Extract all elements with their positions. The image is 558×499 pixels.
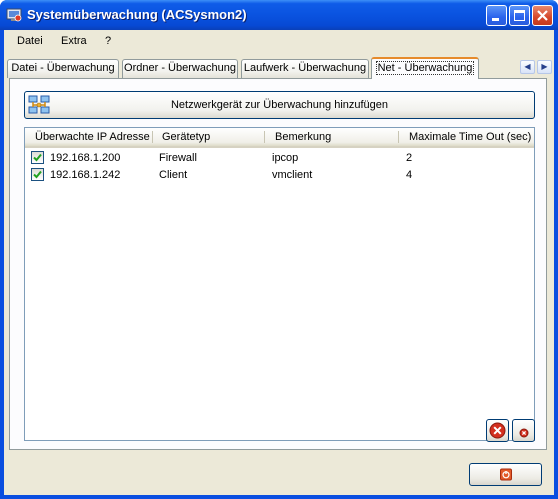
title-bar[interactable]: Systemüberwachung (ACSysmon2)	[0, 0, 558, 30]
delete-all-icon	[489, 422, 506, 439]
list-action-buttons	[488, 449, 538, 473]
row-checkbox[interactable]	[31, 168, 44, 181]
checkmark-icon	[33, 170, 42, 179]
tab-label: Laufwerk - Überwachung	[243, 62, 367, 74]
column-header-type[interactable]: Gerätetyp	[162, 131, 210, 143]
tab-scroll-left-button[interactable]: ◀	[520, 60, 535, 74]
cell-note: ipcop	[272, 152, 299, 164]
window-title: Systemüberwachung (ACSysmon2)	[27, 7, 247, 22]
tab-laufwerk-ueberwachung[interactable]: Laufwerk - Überwachung	[241, 59, 369, 78]
tab-datei-ueberwachung[interactable]: Datei - Überwachung	[7, 59, 119, 78]
cell-timeout: 4	[406, 169, 413, 181]
row-checkbox[interactable]	[31, 151, 44, 164]
delete-button[interactable]	[512, 419, 535, 442]
tab-label: Datei - Überwachung	[11, 62, 115, 74]
maximize-button[interactable]	[509, 5, 530, 26]
cell-type: Client	[159, 169, 188, 181]
column-header-timeout[interactable]: Maximale Time Out (sec)	[409, 131, 531, 143]
minimize-button[interactable]	[486, 5, 507, 26]
delete-icon	[519, 428, 529, 438]
app-window: Systemüberwachung (ACSysmon2) Datei Extr…	[0, 0, 558, 499]
chevron-left-icon: ◀	[524, 62, 531, 71]
column-divider[interactable]	[398, 131, 399, 143]
table-row[interactable]: 192.168.1.200 Firewall ipcop 2	[25, 150, 534, 166]
tab-scroll-right-button[interactable]: ▶	[537, 60, 552, 74]
add-network-device-label: Netzwerkgerät zur Überwachung hinzufügen	[170, 99, 389, 111]
tab-page-net: Netzwerkgerät zur Überwachung hinzufügen…	[9, 78, 547, 450]
tab-scroll-arrows: ◀ ▶	[520, 60, 552, 74]
menu-bar: Datei Extra ?	[4, 30, 554, 52]
tab-ordner-ueberwachung[interactable]: Ordner - Überwachung	[122, 59, 238, 78]
tab-net-ueberwachung[interactable]: Net - Überwachung	[371, 57, 479, 79]
menu-help[interactable]: ?	[105, 35, 111, 47]
cell-note: vmclient	[272, 169, 313, 181]
maximize-icon	[514, 10, 525, 21]
tab-strip: Datei - Überwachung Ordner - Überwachung…	[4, 57, 554, 79]
app-icon	[6, 8, 22, 22]
chevron-right-icon: ▶	[541, 62, 548, 71]
column-divider[interactable]	[264, 131, 265, 143]
cell-type: Firewall	[159, 152, 197, 164]
menu-extra[interactable]: Extra	[61, 35, 87, 47]
cell-ip: 192.168.1.200	[50, 152, 121, 164]
cell-timeout: 2	[406, 152, 413, 164]
table-row[interactable]: 192.168.1.242 Client vmclient 4	[25, 167, 534, 183]
delete-all-button[interactable]	[486, 419, 509, 442]
menu-datei[interactable]: Datei	[17, 35, 43, 47]
cell-ip: 192.168.1.242	[50, 169, 121, 181]
close-window-button[interactable]	[532, 5, 553, 26]
column-divider[interactable]	[152, 131, 153, 143]
minimize-icon	[492, 18, 499, 21]
monitored-devices-list[interactable]: Überwachte IP Adresse Gerätetyp Bemerkun…	[24, 127, 535, 441]
column-header-note[interactable]: Bemerkung	[275, 131, 331, 143]
close-icon	[537, 10, 548, 21]
add-network-device-button[interactable]: Netzwerkgerät zur Überwachung hinzufügen	[24, 91, 535, 119]
column-header-ip[interactable]: Überwachte IP Adresse	[35, 131, 150, 143]
list-header: Überwachte IP Adresse Gerätetyp Bemerkun…	[25, 128, 534, 148]
checkmark-icon	[33, 153, 42, 162]
client-area: Datei Extra ? Datei - Überwachung Ordner…	[4, 30, 554, 495]
tab-label: Net - Überwachung	[375, 61, 475, 75]
tab-label: Ordner - Überwachung	[124, 62, 236, 74]
